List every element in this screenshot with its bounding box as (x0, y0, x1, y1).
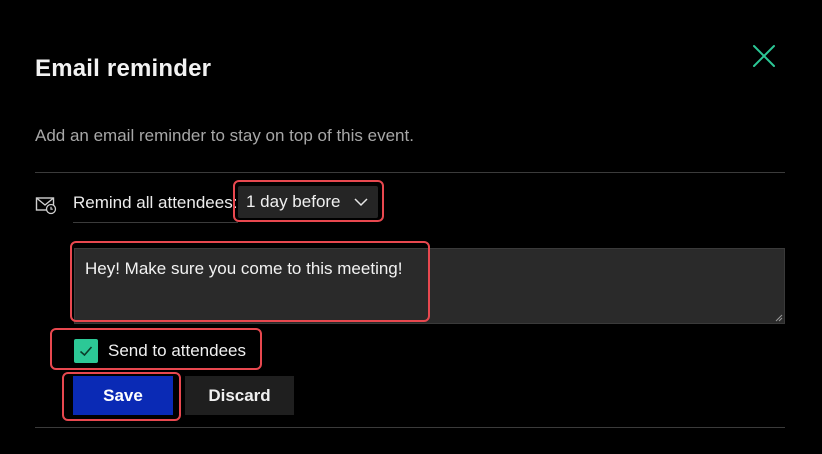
remind-attendees-label: Remind all attendees: (73, 193, 238, 212)
reminder-time-value: 1 day before (246, 192, 341, 211)
reminder-time-dropdown[interactable]: 1 day before (238, 186, 378, 218)
dialog-title: Email reminder (35, 55, 212, 82)
reminder-message-textarea[interactable]: Hey! Make sure you come to this meeting! (74, 248, 785, 324)
email-reminder-dialog: Email reminder Add an email reminder to … (0, 0, 822, 454)
divider-top (35, 172, 785, 173)
divider-bottom (35, 427, 785, 428)
send-to-attendees-checkbox[interactable] (74, 339, 98, 363)
dialog-subtitle: Add an email reminder to stay on top of … (35, 126, 414, 145)
mail-clock-icon (35, 197, 57, 215)
close-button[interactable] (750, 42, 778, 70)
send-to-attendees-label[interactable]: Send to attendees (108, 341, 246, 361)
remind-label-underline (73, 222, 238, 223)
chevron-down-icon (354, 198, 368, 207)
save-button[interactable]: Save (73, 376, 173, 415)
resize-handle-icon[interactable] (773, 312, 783, 322)
checkmark-icon (79, 346, 93, 357)
reminder-message-text: Hey! Make sure you come to this meeting! (85, 259, 403, 278)
close-icon (753, 45, 775, 67)
discard-button[interactable]: Discard (185, 376, 294, 415)
